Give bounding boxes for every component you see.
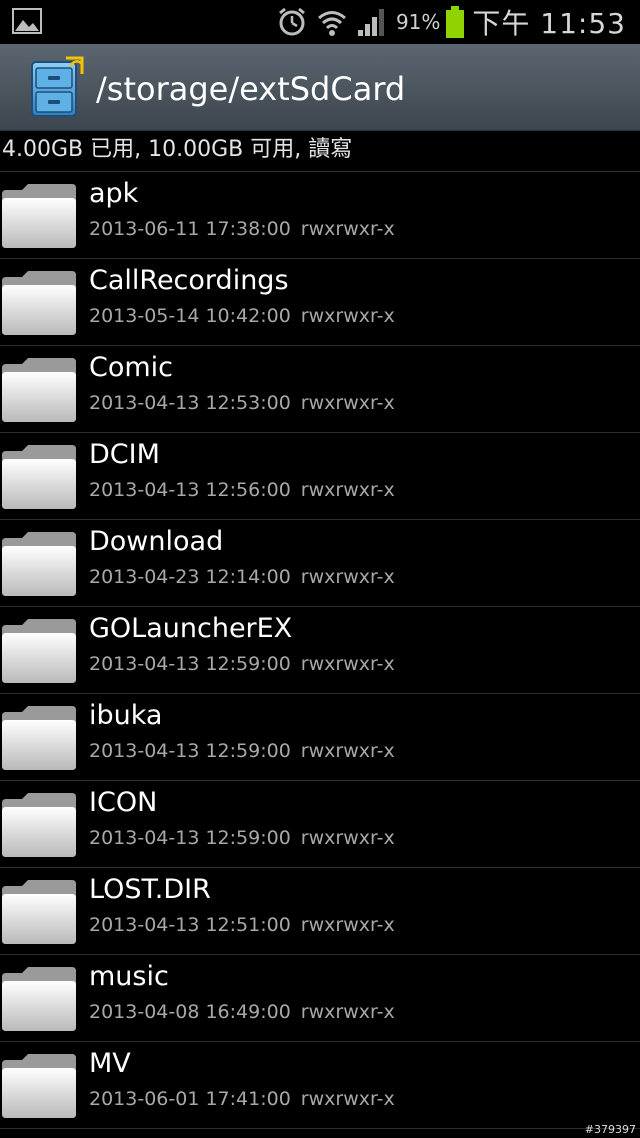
folder-meta: 2013-04-08 16:49:00 rwxrwxr-x xyxy=(89,1001,395,1023)
list-item[interactable]: ibuka 2013-04-13 12:59:00 rwxrwxr-x xyxy=(0,694,640,781)
list-item[interactable]: Download 2013-04-23 12:14:00 rwxrwxr-x xyxy=(0,520,640,607)
folder-permissions: rwxrwxr-x xyxy=(300,740,395,762)
folder-meta: 2013-04-13 12:53:00 rwxrwxr-x xyxy=(89,392,395,414)
folder-meta: 2013-04-13 12:59:00 rwxrwxr-x xyxy=(89,740,395,762)
folder-permissions: rwxrwxr-x xyxy=(300,479,395,501)
folder-icon xyxy=(2,706,76,770)
title-bar: /storage/extSdCard xyxy=(0,44,640,131)
folder-permissions: rwxrwxr-x xyxy=(300,566,395,588)
file-list: apk 2013-06-11 17:38:00 rwxrwxr-x CallRec… xyxy=(0,172,640,1129)
storage-info: 4.00GB 已用, 10.00GB 可用, 讀寫 xyxy=(0,131,640,172)
folder-date: 2013-04-13 12:59:00 xyxy=(89,653,291,675)
list-item[interactable]: LOST.DIR 2013-04-13 12:51:00 rwxrwxr-x xyxy=(0,868,640,955)
list-item[interactable]: CallRecordings 2013-05-14 10:42:00 rwxrwx… xyxy=(0,259,640,346)
folder-icon xyxy=(2,880,76,944)
folder-meta: 2013-04-13 12:51:00 rwxrwxr-x xyxy=(89,914,395,936)
clock: 下午 11:53 xyxy=(472,7,626,40)
folder-icon xyxy=(2,271,76,335)
folder-icon xyxy=(2,967,76,1031)
folder-icon xyxy=(2,445,76,509)
folder-name: LOST.DIR xyxy=(89,874,211,905)
wifi-icon xyxy=(317,11,346,36)
list-item[interactable]: music 2013-04-08 16:49:00 rwxrwxr-x xyxy=(0,955,640,1042)
battery-icon xyxy=(446,6,465,38)
list-item[interactable]: MV 2013-06-01 17:41:00 rwxrwxr-x xyxy=(0,1042,640,1129)
folder-name: ibuka xyxy=(89,700,163,731)
folder-date: 2013-05-14 10:42:00 xyxy=(89,305,291,327)
folder-name: CallRecordings xyxy=(89,265,289,296)
folder-name: Comic xyxy=(89,352,174,383)
watermark: #379397 xyxy=(584,1123,636,1136)
status-icons: 91% 下午 11:53 xyxy=(276,0,626,44)
folder-meta: 2013-04-23 12:14:00 rwxrwxr-x xyxy=(89,566,395,588)
folder-icon xyxy=(2,793,76,857)
folder-icon xyxy=(2,532,76,596)
folder-date: 2013-04-13 12:56:00 xyxy=(89,479,291,501)
folder-permissions: rwxrwxr-x xyxy=(300,1088,395,1110)
folder-permissions: rwxrwxr-x xyxy=(300,827,395,849)
folder-date: 2013-04-08 16:49:00 xyxy=(89,1001,291,1023)
folder-date: 2013-06-01 17:41:00 xyxy=(89,1088,291,1110)
folder-meta: 2013-04-13 12:59:00 rwxrwxr-x xyxy=(89,653,395,675)
folder-name: MV xyxy=(89,1048,131,1079)
file-cabinet-icon[interactable] xyxy=(26,54,86,120)
folder-permissions: rwxrwxr-x xyxy=(300,653,395,675)
list-item[interactable]: DCIM 2013-04-13 12:56:00 rwxrwxr-x xyxy=(0,433,640,520)
folder-icon xyxy=(2,1054,76,1118)
list-item[interactable]: apk 2013-06-11 17:38:00 rwxrwxr-x xyxy=(0,172,640,259)
folder-date: 2013-06-11 17:38:00 xyxy=(89,218,291,240)
folder-name: music xyxy=(89,961,169,992)
folder-name: GOLauncherEX xyxy=(89,613,293,644)
folder-meta: 2013-05-14 10:42:00 rwxrwxr-x xyxy=(89,305,395,327)
folder-icon xyxy=(2,358,76,422)
folder-permissions: rwxrwxr-x xyxy=(300,305,395,327)
folder-date: 2013-04-23 12:14:00 xyxy=(89,566,291,588)
folder-name: ICON xyxy=(89,787,158,818)
current-path: /storage/extSdCard xyxy=(96,70,406,108)
list-item[interactable]: Comic 2013-04-13 12:53:00 rwxrwxr-x xyxy=(0,346,640,433)
folder-name: DCIM xyxy=(89,439,160,470)
folder-icon xyxy=(2,184,76,248)
folder-meta: 2013-04-13 12:56:00 rwxrwxr-x xyxy=(89,479,395,501)
folder-permissions: rwxrwxr-x xyxy=(300,218,395,240)
folder-permissions: rwxrwxr-x xyxy=(300,1001,395,1023)
folder-date: 2013-04-13 12:59:00 xyxy=(89,827,291,849)
folder-icon xyxy=(2,619,76,683)
image-icon xyxy=(12,8,42,34)
list-item[interactable]: GOLauncherEX 2013-04-13 12:59:00 rwxrwxr-… xyxy=(0,607,640,694)
signal-icon xyxy=(357,9,384,36)
folder-meta: 2013-04-13 12:59:00 rwxrwxr-x xyxy=(89,827,395,849)
battery-percent: 91% xyxy=(395,10,441,34)
folder-date: 2013-04-13 12:59:00 xyxy=(89,740,291,762)
folder-permissions: rwxrwxr-x xyxy=(300,914,395,936)
alarm-icon xyxy=(279,7,305,36)
status-bar: 91% 下午 11:53 xyxy=(0,0,640,44)
folder-date: 2013-04-13 12:51:00 xyxy=(89,914,291,936)
folder-date: 2013-04-13 12:53:00 xyxy=(89,392,291,414)
folder-name: apk xyxy=(89,178,139,209)
folder-permissions: rwxrwxr-x xyxy=(300,392,395,414)
folder-meta: 2013-06-11 17:38:00 rwxrwxr-x xyxy=(89,218,395,240)
list-item[interactable]: ICON 2013-04-13 12:59:00 rwxrwxr-x xyxy=(0,781,640,868)
folder-name: Download xyxy=(89,526,224,557)
folder-meta: 2013-06-01 17:41:00 rwxrwxr-x xyxy=(89,1088,395,1110)
